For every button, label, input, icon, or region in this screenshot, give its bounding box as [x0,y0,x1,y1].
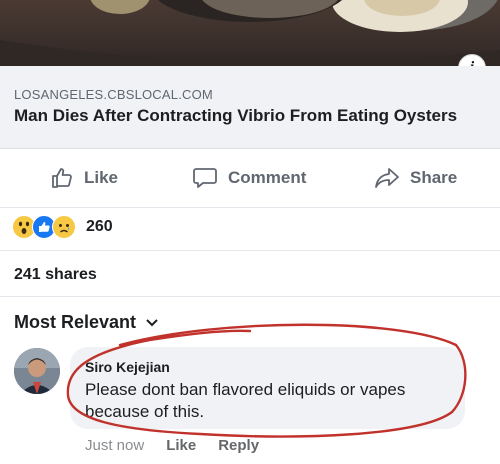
link-title[interactable]: Man Dies After Contracting Vibrio From E… [14,106,457,126]
share-button[interactable]: Share [374,166,457,190]
sort-label: Most Relevant [14,312,137,332]
comment-like-link[interactable]: Like [166,437,196,454]
shares-count[interactable]: 241 shares [14,266,97,284]
comment-button[interactable]: Comment [192,166,306,190]
comment-reply-link[interactable]: Reply [218,437,259,454]
post-actions-bar: Like Comment Share [0,149,500,208]
comment-icon [193,168,217,188]
link-preview-image[interactable] [0,0,500,66]
share-arrow-icon [375,168,399,188]
share-label: Share [410,168,458,187]
reaction-count: 260 [86,218,113,235]
chevron-down-icon [146,318,158,326]
comment-bubble[interactable]: Siro Kejejian Please dont ban flavored e… [70,347,465,429]
divider [0,250,500,251]
link-domain: LOSANGELES.CBSLOCAL.COM [14,87,213,102]
reactions-summary[interactable]: 260 [12,215,113,239]
comment-text: Please dont ban flavored eliquids or vap… [85,380,406,421]
comment-meta: Just now Like Reply [85,437,281,454]
thumbs-up-icon [52,168,72,188]
comment-label: Comment [228,168,307,187]
comment-sort-dropdown[interactable]: Most Relevant [14,312,158,333]
divider [0,296,500,297]
like-button[interactable]: Like [50,166,118,190]
comment-author[interactable]: Siro Kejejian [85,359,170,375]
comment-timestamp[interactable]: Just now [85,437,144,454]
sad-reaction-icon [52,215,76,239]
link-caption[interactable]: LOSANGELES.CBSLOCAL.COM Man Dies After C… [0,66,500,149]
like-label: Like [84,168,119,187]
avatar[interactable] [14,348,60,394]
